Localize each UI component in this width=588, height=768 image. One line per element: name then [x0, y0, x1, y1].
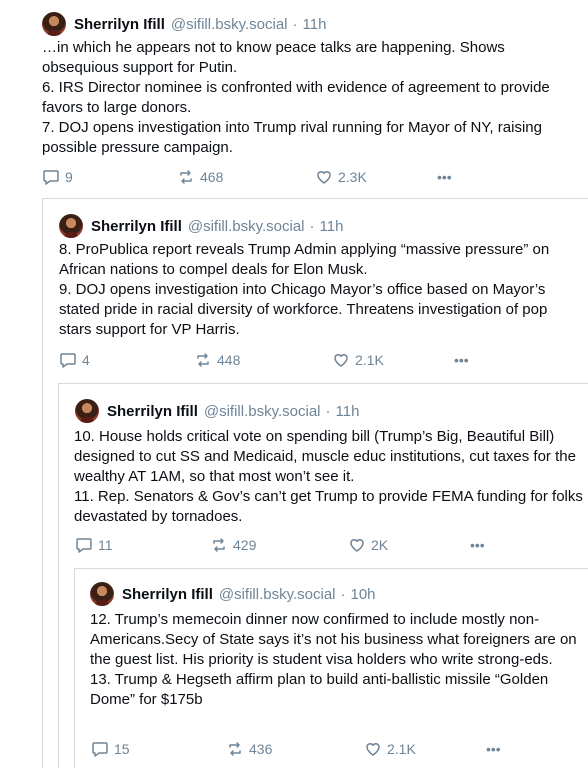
post-line: …in which he appears not to know peace t… — [42, 39, 505, 76]
post-time[interactable]: 10h — [351, 586, 376, 603]
avatar[interactable] — [90, 582, 114, 606]
post-line: 6. IRS Director nominee is confronted wi… — [42, 79, 550, 116]
post-text: 10. House holds critical vote on spendin… — [74, 427, 588, 527]
reply-count: 15 — [114, 741, 130, 757]
like-button[interactable]: 2.1K — [364, 740, 486, 758]
author-display-name[interactable]: Sherrilyn Ifill — [74, 16, 165, 33]
post-actions: 9 468 2.3K ••• — [42, 168, 467, 186]
reply-button[interactable]: 4 — [59, 351, 194, 369]
heart-icon — [334, 354, 348, 367]
like-count: 2.1K — [355, 352, 384, 368]
author-handle[interactable]: @sifill.bsky.social — [188, 218, 305, 235]
post-actions: 15 436 2.1K ••• — [91, 740, 516, 758]
post[interactable]: Sherrilyn Ifill @sifill.bsky.social · 11… — [58, 383, 588, 568]
repost-arrows-icon — [180, 170, 192, 184]
post-text: 8. ProPublica report reveals Trump Admin… — [59, 240, 580, 340]
post-actions: 4 448 2.1K ••• — [59, 351, 484, 369]
reply-count: 11 — [98, 537, 113, 553]
post-header: Sherrilyn Ifill @sifill.bsky.social · 11… — [59, 214, 343, 238]
reply-count: 4 — [82, 352, 90, 368]
separator-dot: · — [340, 585, 346, 603]
post-line: 12. Trump’s memecoin dinner now confirme… — [90, 611, 577, 668]
reply-button[interactable]: 11 — [75, 536, 210, 554]
separator-dot: · — [325, 402, 331, 420]
thread: Sherrilyn Ifill @sifill.bsky.social · 11… — [0, 0, 588, 768]
post-time[interactable]: 11h — [336, 403, 360, 420]
post-text: …in which he appears not to know peace t… — [42, 38, 580, 158]
post-line: 10. House holds critical vote on spendin… — [74, 428, 576, 485]
heart-icon — [317, 171, 331, 184]
author-handle[interactable]: @sifill.bsky.social — [204, 403, 321, 420]
more-options-button[interactable]: ••• — [454, 352, 484, 368]
like-count: 2.1K — [387, 741, 416, 757]
repost-arrows-icon — [197, 353, 209, 367]
repost-count: 436 — [249, 741, 273, 757]
more-dots-icon: ••• — [437, 169, 452, 185]
repost-arrows-icon — [229, 742, 241, 756]
repost-button[interactable]: 436 — [226, 740, 364, 758]
avatar[interactable] — [75, 399, 99, 423]
more-options-button[interactable]: ••• — [486, 741, 516, 757]
post-line: 7. DOJ opens investigation into Trump ri… — [42, 119, 542, 156]
post[interactable]: Sherrilyn Ifill @sifill.bsky.social · 10… — [74, 568, 588, 768]
like-button[interactable]: 2.3K — [315, 168, 437, 186]
reply-bubble-icon — [76, 538, 92, 553]
post-time[interactable]: 11h — [320, 218, 344, 235]
reply-bubble-icon — [43, 170, 59, 185]
post[interactable]: Sherrilyn Ifill @sifill.bsky.social · 11… — [42, 198, 588, 383]
reply-button[interactable]: 15 — [91, 740, 226, 758]
repost-button[interactable]: 429 — [210, 536, 348, 554]
post-actions: 11 429 2K ••• — [75, 536, 500, 554]
like-count: 2.3K — [338, 169, 367, 185]
reply-bubble-icon — [92, 742, 108, 757]
repost-count: 468 — [200, 169, 224, 185]
heart-icon — [366, 743, 380, 756]
author-display-name[interactable]: Sherrilyn Ifill — [91, 218, 182, 235]
author-handle[interactable]: @sifill.bsky.social — [171, 16, 288, 33]
repost-arrows-icon — [213, 538, 225, 552]
author-display-name[interactable]: Sherrilyn Ifill — [122, 586, 213, 603]
avatar[interactable] — [59, 214, 83, 238]
more-options-button[interactable]: ••• — [470, 537, 500, 553]
repost-count: 429 — [233, 537, 257, 553]
repost-button[interactable]: 448 — [194, 351, 332, 369]
separator-dot: · — [309, 217, 315, 235]
reply-button[interactable]: 9 — [42, 168, 177, 186]
reply-bubble-icon — [60, 353, 76, 368]
more-dots-icon: ••• — [486, 741, 501, 757]
post[interactable]: Sherrilyn Ifill @sifill.bsky.social · 11… — [0, 0, 588, 198]
post-line: 11. Rep. Senators & Gov’s can’t get Trum… — [74, 488, 583, 525]
post-header: Sherrilyn Ifill @sifill.bsky.social · 11… — [42, 12, 326, 36]
like-count: 2K — [371, 537, 389, 553]
post-time[interactable]: 11h — [303, 16, 327, 33]
like-button[interactable]: 2.1K — [332, 351, 454, 369]
author-display-name[interactable]: Sherrilyn Ifill — [107, 403, 198, 420]
post-header: Sherrilyn Ifill @sifill.bsky.social · 11… — [75, 399, 359, 423]
like-button[interactable]: 2K — [348, 536, 470, 554]
reply-count: 9 — [65, 169, 73, 185]
post-header: Sherrilyn Ifill @sifill.bsky.social · 10… — [90, 582, 376, 606]
post-line: 9. DOJ opens investigation into Chicago … — [59, 281, 548, 338]
more-options-button[interactable]: ••• — [437, 169, 467, 185]
post-line: 13. Trump & Hegseth affirm plan to build… — [90, 671, 549, 708]
post-text: 12. Trump’s memecoin dinner now confirme… — [90, 610, 588, 710]
repost-button[interactable]: 468 — [177, 168, 315, 186]
heart-icon — [350, 539, 364, 552]
separator-dot: · — [292, 15, 298, 33]
author-handle[interactable]: @sifill.bsky.social — [219, 586, 336, 603]
more-dots-icon: ••• — [454, 352, 469, 368]
avatar[interactable] — [42, 12, 66, 36]
more-dots-icon: ••• — [470, 537, 485, 553]
repost-count: 448 — [217, 352, 241, 368]
post-line: 8. ProPublica report reveals Trump Admin… — [59, 241, 550, 278]
